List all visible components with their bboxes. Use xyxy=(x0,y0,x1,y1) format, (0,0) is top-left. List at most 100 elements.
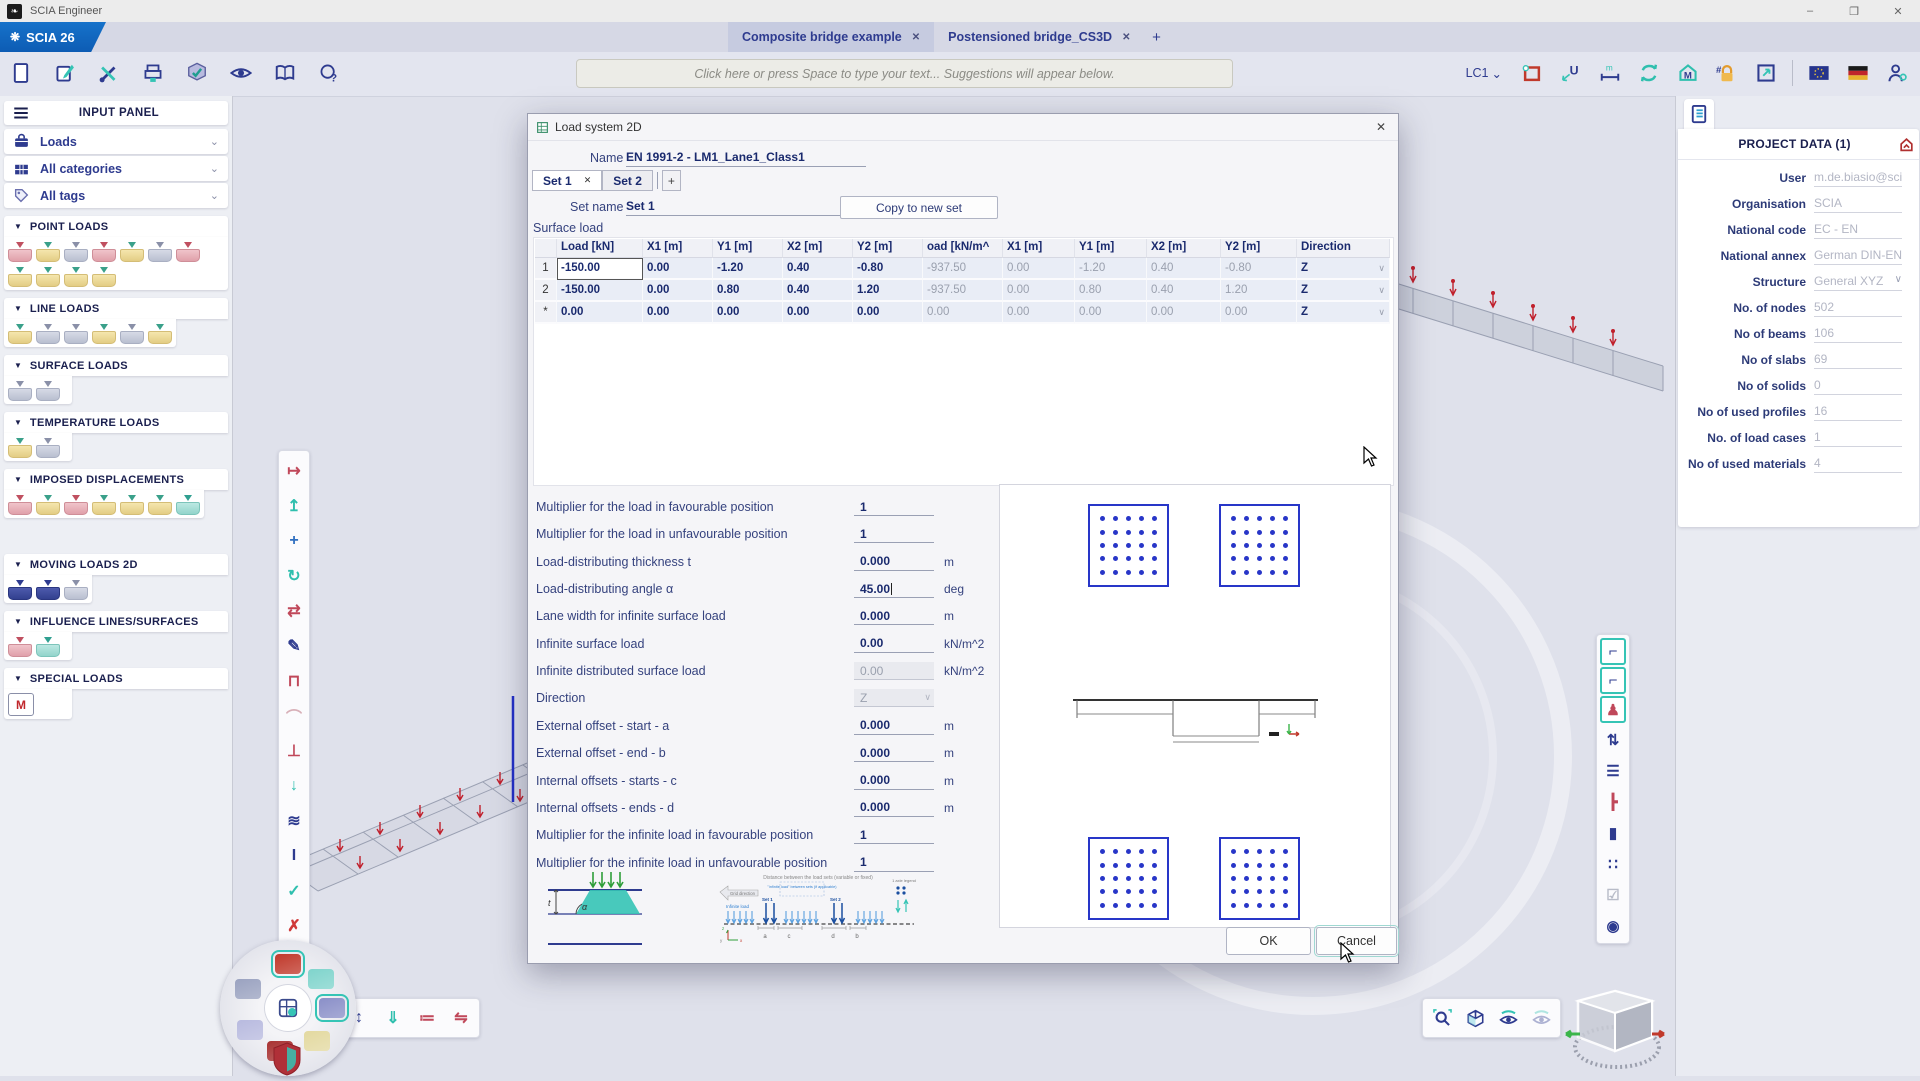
project-tab-2[interactable]: Postensioned bridge_CS3D✕ xyxy=(934,22,1144,52)
load-icon-2[interactable] xyxy=(36,437,60,458)
load-icon-10[interactable] xyxy=(64,266,88,287)
fit-window-icon[interactable] xyxy=(1749,56,1783,90)
selection-box-icon[interactable] xyxy=(1515,56,1549,90)
load-icon-2[interactable] xyxy=(36,636,60,657)
column-header[interactable]: X1 [m] xyxy=(643,239,713,258)
load-icon-4[interactable] xyxy=(92,494,116,515)
section-header-influence-lines-surfaces[interactable]: ▼INFLUENCE LINES/SURFACES xyxy=(4,611,228,632)
field-input-2[interactable]: 1 xyxy=(854,525,934,543)
load-case-dropdown[interactable]: LC1 ⌄ xyxy=(1466,66,1502,81)
cell[interactable]: 0.00 xyxy=(557,302,643,324)
column-header[interactable]: Y2 [m] xyxy=(1221,239,1297,258)
beam-list-icon[interactable]: ≔ xyxy=(413,1004,441,1032)
load-icon-8[interactable] xyxy=(8,266,32,287)
table-frame-icon[interactable]: ⊓ xyxy=(281,663,307,698)
load-icon-5[interactable] xyxy=(120,494,144,515)
direction-cell[interactable]: Z∨ xyxy=(1297,302,1390,324)
cell[interactable]: -0.80 xyxy=(1221,258,1297,280)
field-input-6[interactable]: 0.00 xyxy=(854,635,934,653)
cell[interactable]: 0.00 xyxy=(1003,302,1075,324)
cell[interactable]: 0.00 xyxy=(1003,258,1075,280)
cell[interactable]: 0.80 xyxy=(1075,280,1147,302)
column-header[interactable]: X2 [m] xyxy=(783,239,853,258)
load-icon-7[interactable] xyxy=(176,241,200,262)
copy-to-new-set-button[interactable]: Copy to new set xyxy=(840,196,998,219)
node-marks-icon[interactable]: ♟ xyxy=(1600,696,1626,723)
edit-project-icon[interactable] xyxy=(48,56,82,90)
column-header[interactable]: Y2 [m] xyxy=(853,239,923,258)
field-input-10[interactable]: 0.000 xyxy=(854,744,934,762)
arch-bridge-icon[interactable]: ⌒ xyxy=(281,698,307,733)
section-header-imposed-displacements[interactable]: ▼IMPOSED DISPLACEMENTS xyxy=(4,469,228,490)
set-name-input[interactable]: Set 1 xyxy=(626,199,866,216)
column-header[interactable] xyxy=(535,239,557,258)
column-header[interactable]: Y1 [m] xyxy=(1075,239,1147,258)
load-icon-2[interactable] xyxy=(36,579,60,600)
regenerate-icon[interactable] xyxy=(1632,56,1666,90)
field-input-1[interactable]: 1 xyxy=(854,498,934,516)
row-selector[interactable]: 1 xyxy=(535,258,557,280)
radial-deck-yellow[interactable] xyxy=(304,1031,330,1051)
filter-tag-filter[interactable]: All tags⌄ xyxy=(4,183,228,208)
render-solid-icon[interactable]: ⌐ xyxy=(1600,667,1626,694)
load-icon-1[interactable]: M xyxy=(8,693,34,716)
load-icon-3[interactable] xyxy=(64,579,88,600)
cell[interactable]: -1.20 xyxy=(713,258,783,280)
project-field-value[interactable]: General XYZ∨ xyxy=(1814,274,1902,291)
support-display-icon[interactable]: ┣ xyxy=(1600,786,1626,817)
field-input-14[interactable]: 1 xyxy=(854,854,934,872)
cell[interactable]: -150.00 xyxy=(557,258,643,280)
radial-hub-button[interactable] xyxy=(264,984,312,1032)
cell[interactable]: 0.00 xyxy=(643,280,713,302)
cell[interactable]: -150.00 xyxy=(557,280,643,302)
close-button[interactable]: ✕ xyxy=(1876,0,1920,22)
section-header-moving-loads-2d[interactable]: ▼MOVING LOADS 2D xyxy=(4,554,228,575)
section-icon[interactable]: I xyxy=(281,838,307,873)
hamburger-icon[interactable] xyxy=(12,104,30,122)
load-icon-6[interactable] xyxy=(148,494,172,515)
row-selector[interactable]: 2 xyxy=(535,280,557,302)
set-tab-1[interactable]: Set 1✕ xyxy=(532,170,602,191)
autocheck-icon[interactable]: ✓ xyxy=(281,873,307,908)
field-input-9[interactable]: 0.000 xyxy=(854,717,934,735)
load-icon-2[interactable] xyxy=(36,494,60,515)
filter-workstation-filter[interactable]: Loads⌄ xyxy=(4,129,228,154)
column-header[interactable]: X1 [m] xyxy=(1003,239,1075,258)
radial-block-lavender[interactable] xyxy=(237,1020,263,1040)
column-header[interactable]: Y1 [m] xyxy=(713,239,783,258)
help-icon[interactable]: ? xyxy=(312,56,346,90)
direction-cell[interactable]: Z∨ xyxy=(1297,258,1390,280)
tools-icon[interactable] xyxy=(92,56,126,90)
cell[interactable]: -1.20 xyxy=(1075,258,1147,280)
cell[interactable]: 0.00 xyxy=(643,258,713,280)
load-icon-5[interactable] xyxy=(120,323,144,344)
field-input-3[interactable]: 0.000 xyxy=(854,553,934,571)
delete-table-icon[interactable]: ✗ xyxy=(281,908,307,943)
set-tab-2[interactable]: Set 2 xyxy=(602,170,653,191)
set-close-icon[interactable]: ✕ xyxy=(584,175,592,186)
cell[interactable]: 0.00 xyxy=(1147,302,1221,324)
cell[interactable]: 0.40 xyxy=(1147,280,1221,302)
load-icon-6[interactable] xyxy=(148,323,172,344)
view-cube-icon[interactable] xyxy=(1461,1004,1489,1032)
cell[interactable]: -937.50 xyxy=(923,258,1003,280)
cell[interactable]: 0.00 xyxy=(1075,302,1147,324)
field-input-13[interactable]: 1 xyxy=(854,826,934,844)
cell[interactable]: 0.40 xyxy=(783,280,853,302)
tab-close-icon[interactable]: ✕ xyxy=(912,32,920,43)
row-selector[interactable]: * xyxy=(535,302,557,324)
new-project-icon[interactable] xyxy=(4,56,38,90)
library-icon[interactable] xyxy=(268,56,302,90)
cell[interactable]: -937.50 xyxy=(923,280,1003,302)
check-structure-icon[interactable] xyxy=(180,56,214,90)
column-header[interactable]: X2 [m] xyxy=(1147,239,1221,258)
section-header-surface-loads[interactable]: ▼SURFACE LOADS xyxy=(4,355,228,376)
load-icon-2[interactable] xyxy=(36,323,60,344)
column-header[interactable]: Load [kN] xyxy=(557,239,643,258)
render-wire-icon[interactable]: ⌐ xyxy=(1600,638,1626,665)
radial-books-gray[interactable] xyxy=(235,979,261,999)
navigation-cube[interactable] xyxy=(1560,985,1670,1076)
radial-arch-teal[interactable] xyxy=(308,969,334,989)
load-icon-5[interactable] xyxy=(120,241,144,262)
cell[interactable]: 0.00 xyxy=(1003,280,1075,302)
